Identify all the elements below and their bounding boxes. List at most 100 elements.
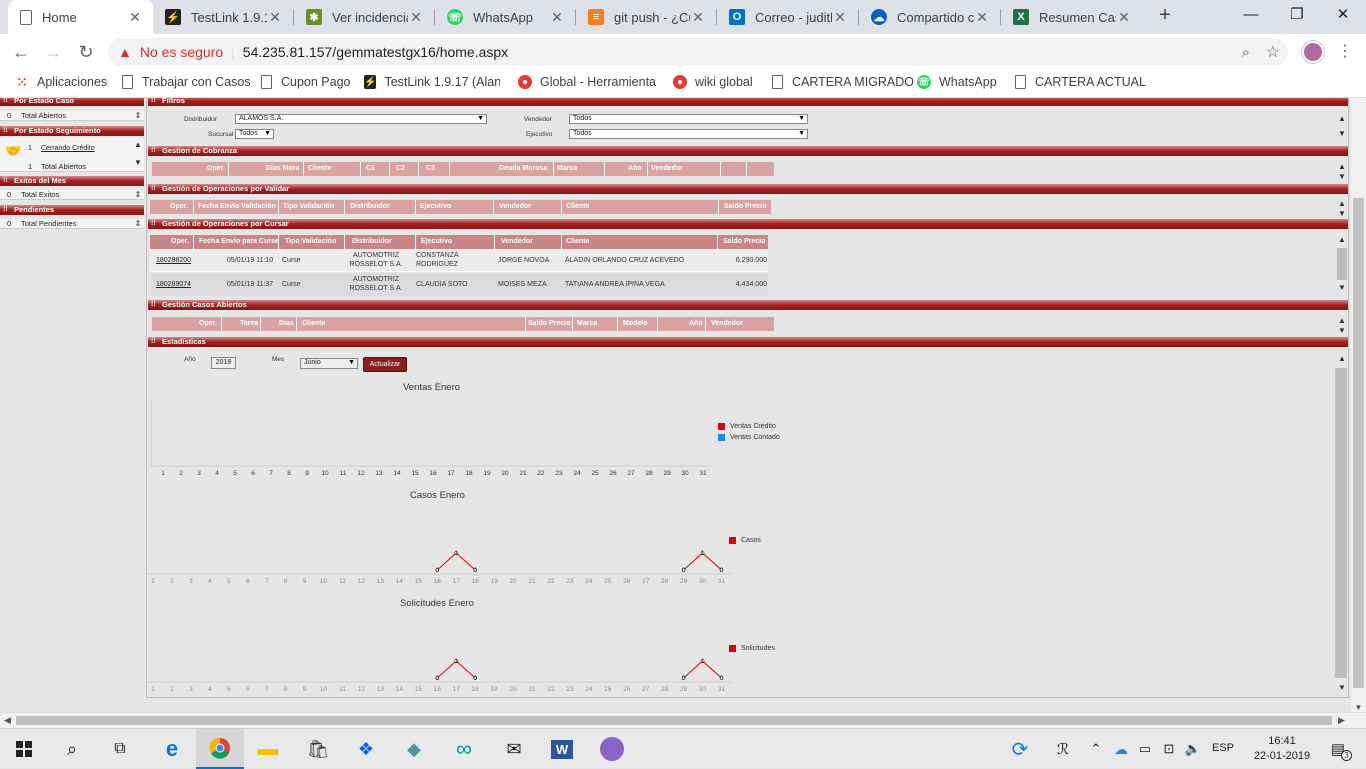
- update-icon[interactable]: ⟳: [1000, 729, 1040, 769]
- people-icon[interactable]: ℛ: [1050, 729, 1076, 769]
- tab-resumen[interactable]: X Resumen Caso ✕: [1001, 0, 1142, 34]
- address-bar[interactable]: ▲ No es seguro | 54.235.81.157/gemmatest…: [108, 38, 1288, 66]
- language-indicator[interactable]: ESP: [1212, 742, 1234, 754]
- back-icon[interactable]: ←: [9, 40, 33, 64]
- distribuidor-select[interactable]: ALAMOS S.A.: [235, 114, 487, 124]
- edge-icon[interactable]: e: [148, 729, 196, 769]
- chrome-icon[interactable]: [196, 729, 244, 769]
- scroll-up-icon[interactable]: ▲: [1337, 235, 1347, 245]
- hscroll-thumb[interactable]: [16, 716, 1332, 725]
- scroll-down-icon[interactable]: ▼: [1351, 703, 1366, 712]
- close-tab-icon[interactable]: ✕: [127, 9, 143, 26]
- tab-compartido[interactable]: ☁ Compartido co ✕: [859, 0, 1000, 34]
- notifications-icon[interactable]: ▤ 3: [1318, 729, 1358, 769]
- scroll-down-icon[interactable]: ▼: [1337, 209, 1347, 219]
- scroll-right-icon[interactable]: ▶: [1338, 715, 1345, 726]
- scroll-down-icon[interactable]: ▼: [1337, 129, 1347, 139]
- url-text[interactable]: 54.235.81.157/gemmatestgx16/home.aspx: [243, 44, 508, 60]
- actualizar-button[interactable]: Actualizar: [363, 357, 407, 372]
- page-scrollbar[interactable]: ▼: [1351, 98, 1366, 712]
- close-window-button[interactable]: ✕: [1320, 0, 1366, 30]
- arduino-icon[interactable]: ∞: [440, 729, 488, 769]
- volume-icon[interactable]: 🔈: [1182, 729, 1204, 769]
- close-tab-icon[interactable]: ✕: [832, 9, 848, 26]
- bookmark-apps[interactable]: ⁙ Aplicaciones: [15, 74, 107, 90]
- close-tab-icon[interactable]: ✕: [549, 9, 565, 26]
- battery-icon[interactable]: ▭: [1134, 729, 1156, 769]
- close-tab-icon[interactable]: ✕: [267, 9, 283, 26]
- ejecutivo-select[interactable]: Todos: [569, 129, 808, 139]
- zoom-icon[interactable]: ⌕: [1242, 44, 1250, 61]
- tab-correo[interactable]: O Correo - judith ✕: [717, 0, 858, 34]
- word-icon[interactable]: W: [538, 729, 586, 769]
- scroll-arrows-icon[interactable]: ⇕: [133, 190, 143, 200]
- star-icon[interactable]: ☆: [1266, 42, 1280, 62]
- scroll-arrows-icon[interactable]: ⇕: [133, 111, 143, 121]
- forward-icon[interactable]: →: [41, 40, 65, 64]
- scroll-up-icon[interactable]: ▲: [1337, 199, 1347, 209]
- close-tab-icon[interactable]: ✕: [974, 9, 990, 26]
- oper-link[interactable]: 180289074: [156, 280, 191, 289]
- scroll-down-icon[interactable]: ▼: [1337, 683, 1347, 693]
- mail-icon[interactable]: ✉: [490, 729, 538, 769]
- task-view-icon[interactable]: ⧉: [96, 729, 144, 769]
- scrollbar-thumb[interactable]: [1335, 368, 1347, 678]
- restore-button[interactable]: ❐: [1274, 0, 1320, 30]
- scroll-up-icon[interactable]: ▲: [1337, 114, 1347, 124]
- file-explorer-icon[interactable]: ▬: [244, 729, 292, 769]
- anio-input[interactable]: 2018: [211, 357, 236, 369]
- table-row[interactable]: 180289074 05/01/19 11:37 Curse AUTOMOTRI…: [150, 273, 768, 296]
- bookmark-wiki[interactable]: ● wiki global: [673, 75, 753, 89]
- scroll-down-icon[interactable]: ▼: [133, 158, 143, 168]
- bookmark-global[interactable]: ● Global - Herramienta: [518, 75, 656, 89]
- new-tab-button[interactable]: +: [1153, 4, 1177, 30]
- scroll-down-icon[interactable]: ▼: [1337, 283, 1347, 293]
- scroll-up-icon[interactable]: ▲: [133, 140, 143, 150]
- tab-home[interactable]: Home ✕: [8, 0, 153, 34]
- horizontal-scrollbar[interactable]: ◀ ▶: [0, 712, 1366, 728]
- bookmark-cartera-migrado[interactable]: CARTERA MIGRADO: [772, 75, 914, 89]
- menu-icon[interactable]: ⋮: [1337, 41, 1353, 61]
- mes-select[interactable]: Junio: [300, 358, 358, 369]
- minimize-button[interactable]: —: [1228, 0, 1274, 30]
- bookmark-testlink[interactable]: ⚡ TestLink 1.9.17 (Alan: [364, 75, 500, 89]
- network-icon[interactable]: ⊡: [1158, 729, 1180, 769]
- onedrive-icon[interactable]: ☁: [1110, 729, 1132, 769]
- reload-icon[interactable]: ↻: [74, 40, 98, 64]
- scroll-up-icon[interactable]: ▲: [1337, 316, 1347, 326]
- dropbox-icon[interactable]: ❖: [342, 729, 390, 769]
- bookmark-whatsapp[interactable]: ☏ WhatsApp: [917, 75, 997, 89]
- tab-incidencias[interactable]: ✱ Ver incidencias ✕: [294, 0, 434, 34]
- close-tab-icon[interactable]: ✕: [1116, 9, 1132, 26]
- store-icon[interactable]: 🛍: [294, 729, 342, 769]
- clock[interactable]: 16:41 22-01-2019: [1252, 734, 1312, 764]
- close-tab-icon[interactable]: ✕: [408, 9, 424, 26]
- bookmark-cartera-actual[interactable]: CARTERA ACTUAL: [1015, 75, 1146, 89]
- page-scrollbar-thumb[interactable]: [1353, 198, 1364, 688]
- scroll-down-icon[interactable]: ▼: [1337, 326, 1347, 336]
- tab-testlink[interactable]: ⚡ TestLink 1.9.17 ✕: [153, 0, 293, 34]
- tab-stackoverflow[interactable]: ≡ git push - ¿Cuál ✕: [576, 0, 716, 34]
- avatar[interactable]: [1302, 41, 1324, 63]
- table-row[interactable]: 180288200 05/01/19 11:10 Curse AUTOMOTRI…: [150, 249, 768, 272]
- oper-link[interactable]: 180288200: [156, 256, 191, 265]
- scroll-up-icon[interactable]: ▲: [1337, 354, 1347, 364]
- bookmark-cupon[interactable]: Cupon Pago: [261, 75, 351, 89]
- chevron-up-icon[interactable]: ⌃: [1086, 729, 1106, 769]
- tab-whatsapp[interactable]: ☏ WhatsApp ✕: [435, 0, 575, 34]
- app-icon[interactable]: ◆: [390, 729, 438, 769]
- scroll-down-icon[interactable]: ▼: [1337, 172, 1347, 182]
- security-label[interactable]: No es seguro: [140, 44, 223, 60]
- bookmark-trabajar[interactable]: Trabajar con Casos: [122, 75, 251, 89]
- close-tab-icon[interactable]: ✕: [690, 9, 706, 26]
- scrollbar-thumb[interactable]: [1337, 248, 1347, 280]
- scroll-arrows-icon[interactable]: ⇕: [133, 219, 143, 229]
- windows-start-icon[interactable]: [0, 729, 48, 769]
- scroll-up-icon[interactable]: ▲: [1337, 162, 1347, 172]
- sucursal-select[interactable]: Todos: [235, 129, 274, 139]
- search-icon[interactable]: ⌕: [48, 729, 96, 769]
- scroll-left-icon[interactable]: ◀: [4, 715, 11, 726]
- cat-app-icon[interactable]: [588, 729, 636, 769]
- vendedor-select[interactable]: Todos: [569, 114, 808, 124]
- cerrando-credito-link[interactable]: Cerrando Crédito: [41, 145, 95, 152]
